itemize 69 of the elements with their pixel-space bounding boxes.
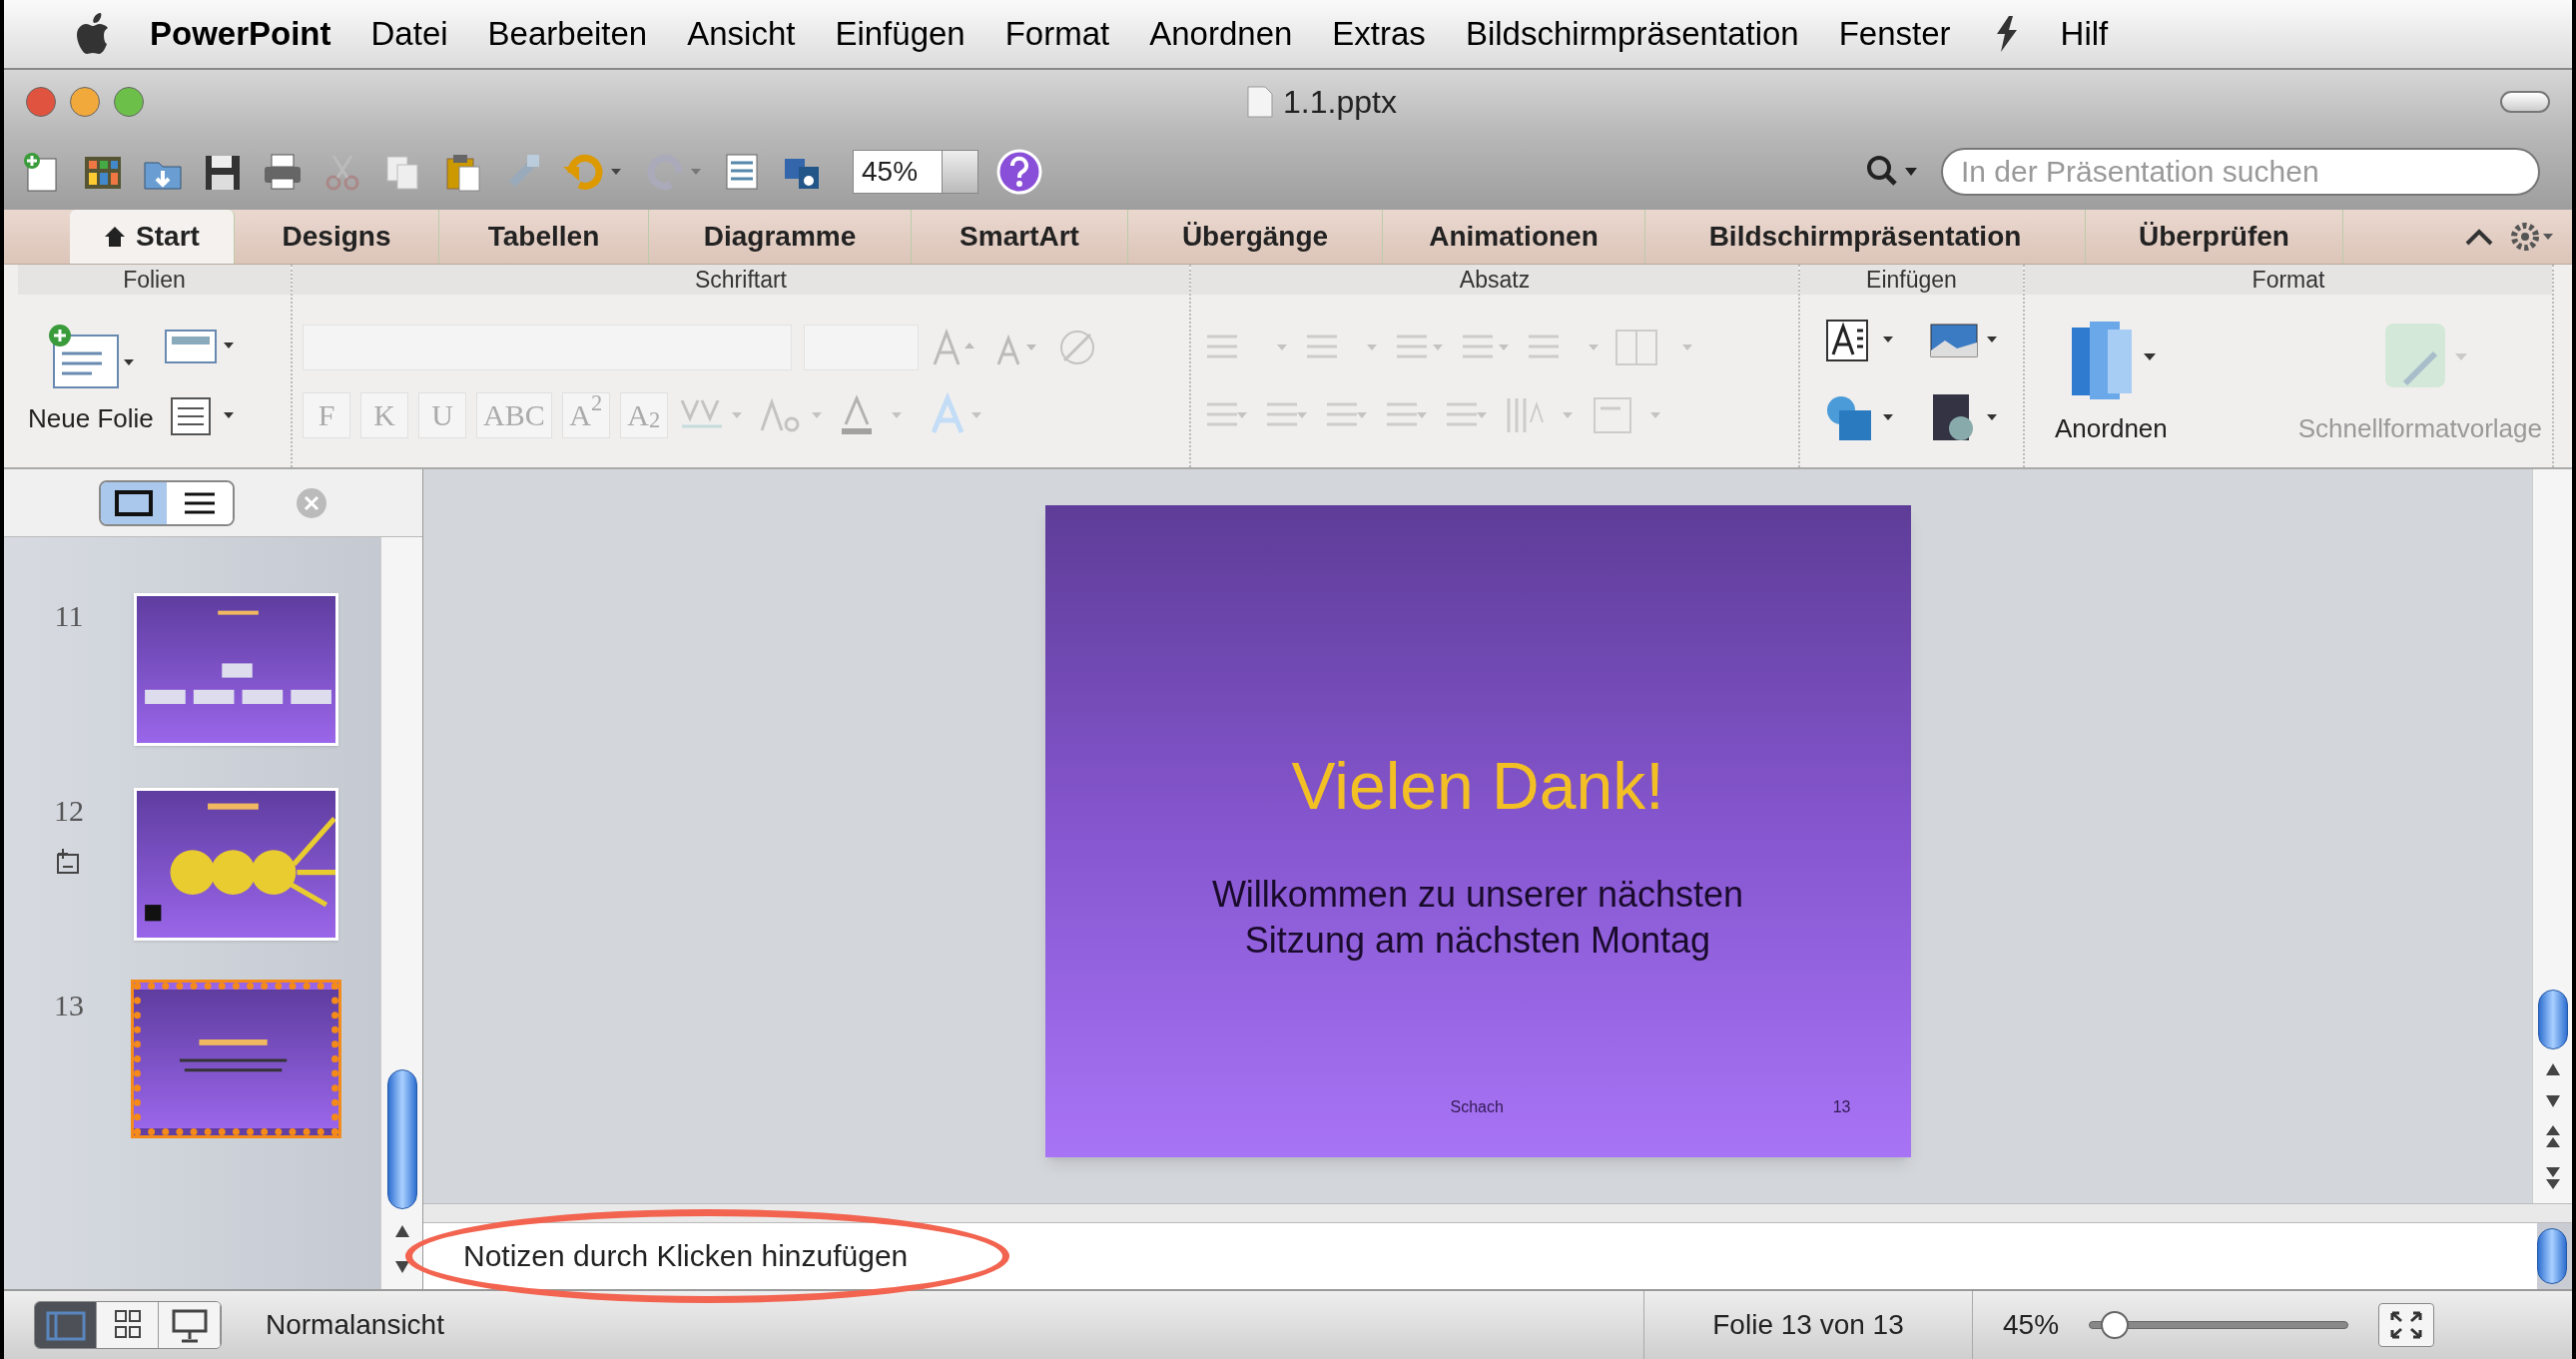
group-label: Format (2025, 265, 2552, 295)
ribbon-tab[interactable]: Übergänge (1128, 210, 1383, 264)
pane-splitter[interactable] (423, 1203, 2572, 1223)
ribbon-tab[interactable]: SmartArt (912, 210, 1128, 264)
ribbon-tab[interactable]: Diagramme (649, 210, 912, 264)
menu-item[interactable]: Bearbeiten (487, 9, 648, 59)
slide-title: Vielen Dank! (1291, 748, 1664, 825)
settings-icon[interactable] (2510, 220, 2554, 254)
menu-item[interactable]: Einfügen (835, 9, 966, 59)
slide-position: Folie 13 von 13 (1643, 1291, 1973, 1359)
view-name: Normalansicht (266, 1308, 445, 1342)
scroll-thumb[interactable] (2537, 990, 2568, 1049)
menu-item[interactable]: Datei (370, 9, 448, 59)
menu-item[interactable]: Ansicht (687, 9, 796, 59)
slide-subtitle: Willkommen zu unserer nächsten (1211, 873, 1744, 917)
menu-item[interactable]: Anordnen (1149, 9, 1293, 59)
slide-subtitle: Sitzung am nächsten Montag (1244, 919, 1711, 963)
zoom-percentage: 45% (2003, 1308, 2060, 1342)
zoom-slider-thumb[interactable] (2101, 1311, 2130, 1339)
collapse-ribbon-icon[interactable] (2464, 227, 2494, 247)
outline-view-icon[interactable] (166, 481, 233, 524)
ribbon-tab[interactable]: Überprüfen (2086, 210, 2343, 264)
slide-thumbnail[interactable] (134, 983, 338, 1135)
ribbon-tab[interactable]: Designs (235, 210, 439, 264)
help-icon[interactable] (996, 149, 1042, 195)
view-button[interactable] (159, 1302, 221, 1348)
slide-page-number: 13 (1832, 1097, 1851, 1117)
toolbar-toggle-button[interactable] (2500, 91, 2550, 113)
ribbon-tab[interactable]: Tabellen (439, 210, 649, 264)
view-button[interactable] (97, 1302, 159, 1348)
slide-number: 11 (54, 598, 84, 634)
home-icon (104, 226, 127, 248)
close-button[interactable] (26, 87, 56, 117)
fit-to-window-button[interactable] (2378, 1303, 2435, 1347)
menu-item[interactable]: Hilf (2060, 9, 2109, 59)
print-icon[interactable] (262, 151, 304, 193)
menu-item[interactable]: Bildschirmpräsentation (1465, 9, 1799, 59)
slide-scrollbar[interactable] (2532, 469, 2572, 1203)
minimize-button[interactable] (70, 87, 100, 117)
slides-view-icon[interactable] (100, 481, 167, 524)
slide-footer: Schach (1450, 1095, 1504, 1119)
ribbon-tab[interactable]: Animationen (1383, 210, 1645, 264)
fit-window-icon (2389, 1310, 2424, 1340)
group-label: Schriftart (293, 265, 1189, 295)
view-switcher[interactable] (34, 1301, 222, 1349)
search-field[interactable]: In der Präsentation suchen (1941, 148, 2540, 196)
zoom-dropdown[interactable]: 45% (853, 150, 978, 194)
scroll-thumb[interactable] (386, 1069, 417, 1209)
apple-logo-icon[interactable] (74, 13, 110, 55)
group-label: Absatz (1191, 265, 1798, 295)
arrange-button[interactable]: Anordnen (2055, 314, 2168, 448)
slide-number: 13 (54, 988, 84, 1023)
menu-item[interactable]: Fenster (1838, 9, 1951, 59)
notes-field[interactable]: Notizen durch Klicken hinzufügen (423, 1223, 2537, 1289)
group-label: Folien (18, 265, 291, 295)
notes-scrollbar[interactable] (2537, 1228, 2567, 1284)
app-menu[interactable]: PowerPoint (150, 9, 331, 59)
document-icon (1247, 86, 1274, 118)
menu-item[interactable]: Extras (1332, 9, 1426, 59)
ribbon-tab[interactable]: Start (70, 210, 235, 264)
ribbon-tab[interactable]: Bildschirmpräsentation (1645, 210, 2086, 264)
menu-item[interactable]: Format (1004, 9, 1110, 59)
new-slide-button[interactable]: Neue Folie (28, 324, 154, 438)
slide-number: 12 (54, 793, 84, 829)
thumbnail-scrollbar[interactable] (380, 537, 422, 1289)
window-title: 1.1.pptx (1283, 83, 1397, 122)
group-label: Einfügen (1800, 265, 2023, 295)
zoom-button[interactable] (114, 87, 144, 117)
zoom-slider[interactable] (2089, 1310, 2349, 1340)
